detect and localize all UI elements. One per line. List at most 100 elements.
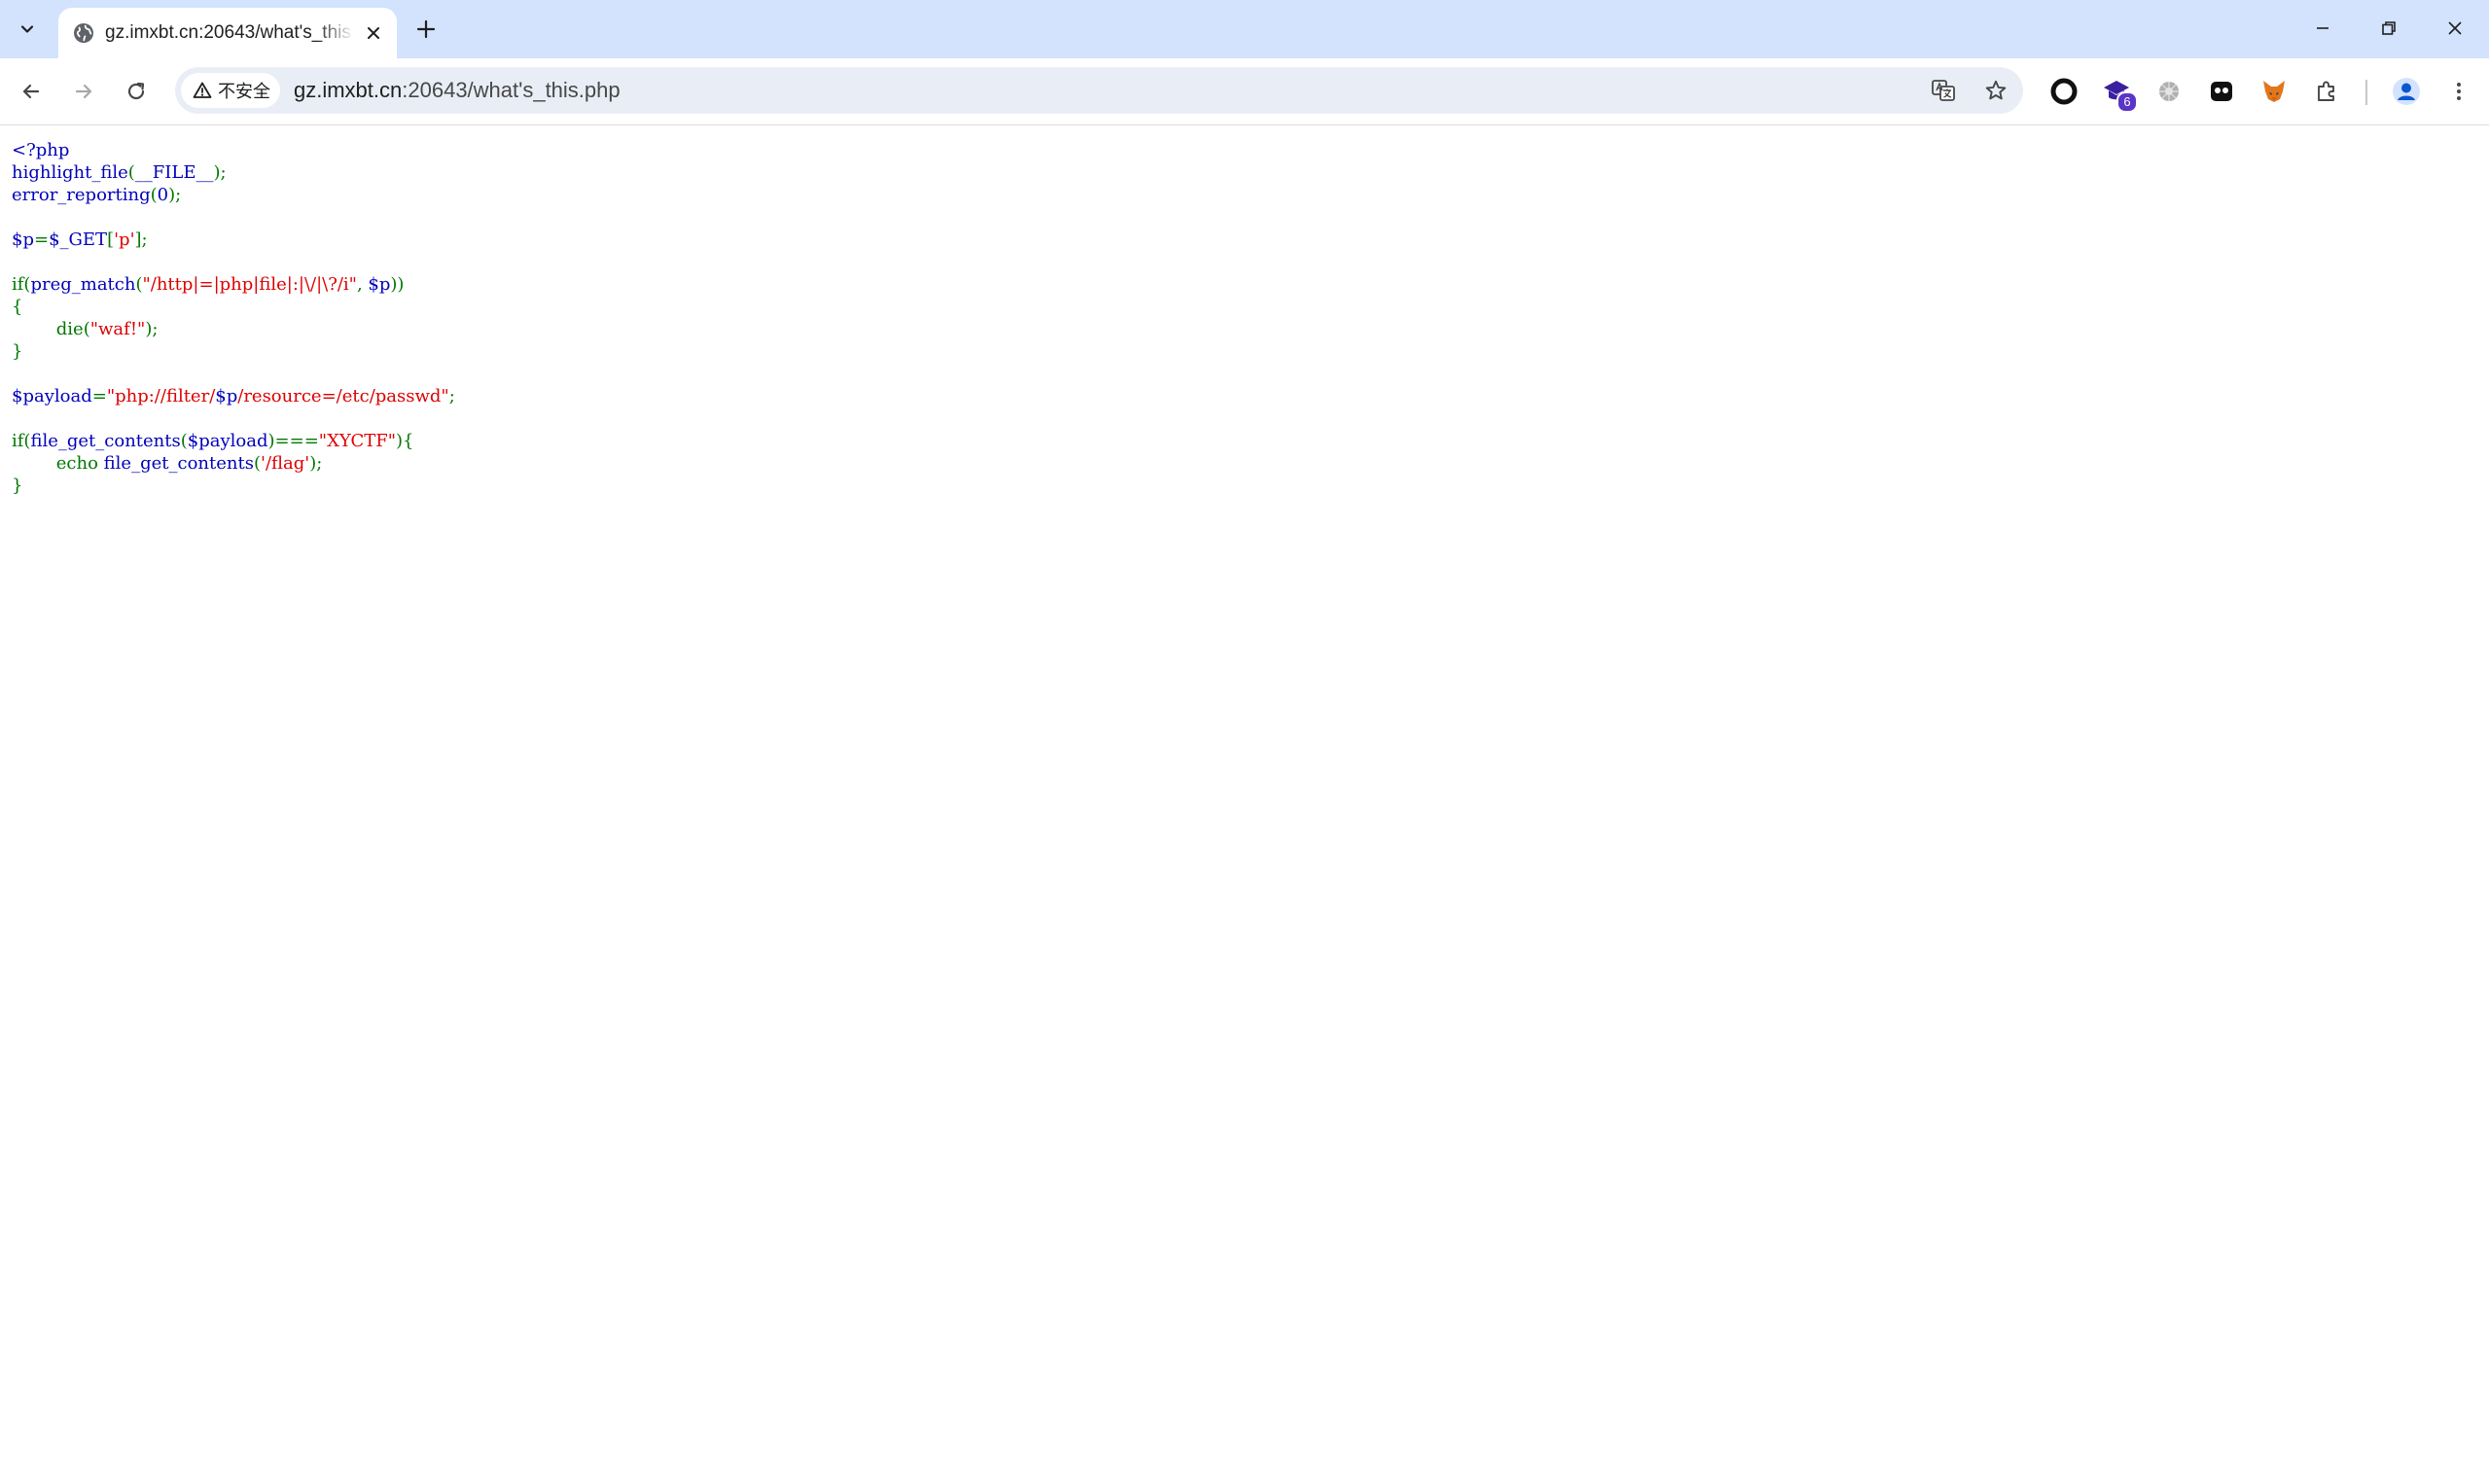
code-token: }: [12, 341, 23, 362]
code-line: error_reporting(0);: [12, 185, 181, 205]
code-token: highlight_file: [12, 162, 128, 183]
code-token: /resource=/etc/passwd": [237, 386, 449, 406]
code-token: '/flag': [261, 453, 310, 474]
code-token: error_reporting: [12, 185, 151, 205]
code-token: preg_match: [30, 274, 136, 295]
code-line: if(file_get_contents($payload)==="XYCTF"…: [12, 431, 414, 451]
tab-strip: gz.imxbt.cn:20643/what's_this.php: [0, 0, 2489, 58]
mask-icon: [2211, 82, 2232, 101]
fox-icon: [2263, 81, 2285, 102]
gray-flower-extension-icon[interactable]: [2151, 74, 2187, 109]
address-bar[interactable]: 不安全 gz.imxbt.cn:20643/what's_this.php: [175, 67, 2023, 114]
reload-button[interactable]: [117, 72, 156, 111]
translate-button[interactable]: [1928, 75, 1959, 106]
code-token: echo: [12, 453, 104, 474]
toolbar-separator: [2365, 80, 2367, 105]
code-line: <?php: [12, 140, 69, 160]
flower-icon: [2159, 82, 2179, 101]
puzzle-extensions-icon[interactable]: [2309, 74, 2344, 109]
code-token: =: [91, 386, 107, 406]
code-token: (: [253, 453, 261, 474]
code-token: file_get_contents: [30, 431, 181, 451]
code-token: (: [127, 162, 135, 183]
code-token: (: [180, 431, 188, 451]
code-line: $payload="php://filter/$p/resource=/etc/…: [12, 386, 455, 406]
code-line: echo file_get_contents('/flag');: [12, 453, 323, 474]
globe-icon: [74, 23, 93, 43]
code-token: "waf!": [89, 319, 146, 339]
code-token: __FILE__: [134, 162, 214, 183]
circle-extension-icon[interactable]: [2046, 74, 2081, 109]
url-text[interactable]: gz.imxbt.cn:20643/what's_this.php: [294, 67, 621, 114]
browser-menu-button[interactable]: [2441, 74, 2476, 109]
warning-icon: [193, 82, 212, 98]
tab-search-button[interactable]: [10, 12, 45, 47]
dark-mask-extension-icon[interactable]: [2204, 74, 2239, 109]
bookmark-star-button[interactable]: [1980, 75, 2011, 106]
active-tab[interactable]: gz.imxbt.cn:20643/what's_this.php: [58, 8, 397, 58]
code-line: $p=$_GET['p'];: [12, 230, 148, 250]
code-token: <?php: [12, 140, 70, 160]
tab-close-button[interactable]: [360, 19, 387, 47]
code-token: $payload: [12, 386, 92, 406]
fox-extension-icon[interactable]: [2257, 74, 2292, 109]
code-token: $payload: [187, 431, 268, 451]
minimize-button[interactable]: [2293, 6, 2352, 51]
puzzle-icon: [2318, 81, 2334, 101]
code-token: ,: [356, 274, 369, 295]
code-token: ){: [396, 431, 414, 451]
forward-button[interactable]: [64, 72, 103, 111]
extension-badge: 6: [2116, 91, 2138, 113]
code-token: );: [309, 453, 323, 474]
back-button[interactable]: [12, 72, 51, 111]
code-token: if(: [12, 431, 31, 451]
code-token: "XYCTF": [318, 431, 397, 451]
security-label: 不安全: [218, 82, 270, 101]
highlighted-php-source: <?php highlight_file(__FILE__); error_re…: [12, 139, 455, 497]
url-path: :20643/what's_this.php: [402, 78, 621, 102]
tab-title: gz.imxbt.cn:20643/what's_this.php: [105, 22, 354, 43]
code-line: }: [12, 341, 22, 362]
code-token: )): [390, 274, 405, 295]
code-token: (: [150, 185, 158, 205]
url-host: gz.imxbt.cn: [294, 78, 403, 102]
close-window-button[interactable]: [2426, 6, 2484, 51]
code-token: die(: [12, 319, 90, 339]
code-token: if(: [12, 274, 31, 295]
code-token: $p: [12, 230, 34, 250]
new-tab-button[interactable]: [409, 12, 444, 47]
circle-extension-logo: [2050, 78, 2078, 105]
code-token: );: [145, 319, 159, 339]
browser-toolbar: 不安全 gz.imxbt.cn:20643/what's_this.php 6: [0, 58, 2489, 125]
code-token: ;: [448, 386, 455, 406]
security-chip[interactable]: 不安全: [181, 73, 280, 108]
code-token: "/http|=|php|file|:|\/|\?/i": [142, 274, 357, 295]
code-token: $p: [368, 274, 391, 295]
code-line: die("waf!");: [12, 319, 159, 339]
close-icon: [2448, 21, 2462, 35]
close-icon: [368, 27, 379, 39]
code-line: if(preg_match("/http|=|php|file|:|\/|\?/…: [12, 274, 404, 295]
translate-icon: [1932, 80, 1955, 101]
code-token: $_GET: [49, 230, 108, 250]
profile-avatar-button[interactable]: [2389, 74, 2424, 109]
arrow-left-icon: [22, 84, 40, 99]
code-token: "php://filter/: [106, 386, 216, 406]
code-token: $p: [215, 386, 238, 406]
plus-icon: [416, 19, 436, 39]
code-line: highlight_file(__FILE__);: [12, 162, 227, 183]
code-line: {: [12, 297, 22, 317]
chevron-down-icon: [20, 25, 34, 33]
code-token: )===: [267, 431, 319, 451]
code-line: }: [12, 476, 22, 496]
code-token: 'p': [114, 230, 135, 250]
graduation-cap-extension-icon[interactable]: 6: [2099, 74, 2138, 113]
code-token: (: [135, 274, 143, 295]
reload-icon: [127, 82, 145, 100]
code-token: {: [12, 297, 23, 317]
code-token: =: [33, 230, 50, 250]
star-icon: [1985, 80, 2007, 100]
more-vertical-icon: [2457, 83, 2461, 100]
code-token: );: [168, 185, 182, 205]
restore-button[interactable]: [2360, 6, 2418, 51]
